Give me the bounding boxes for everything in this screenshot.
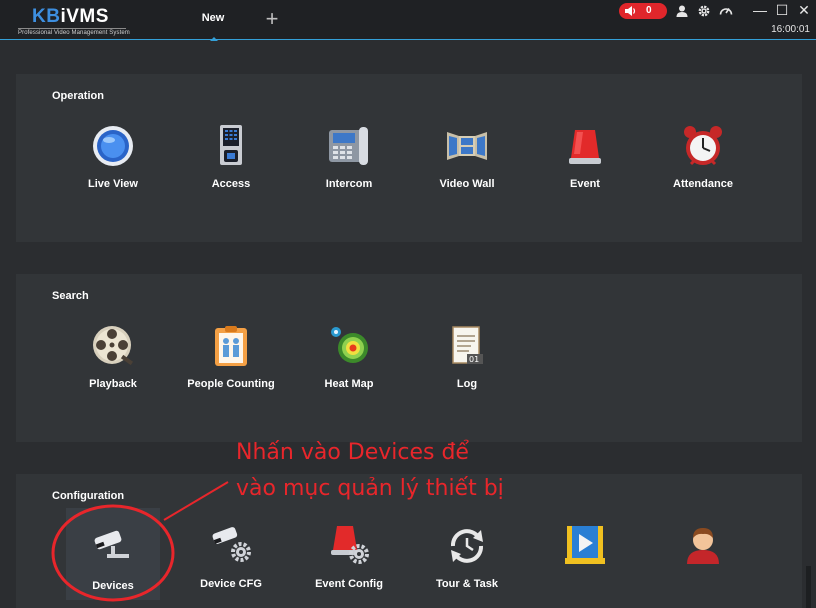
tile-live-view-label: Live View [88,178,138,190]
user-account-icon[interactable] [675,4,689,18]
operation-panel: Operation Live View Access Intercom Vide… [16,74,802,242]
tile-devices[interactable]: Devices [66,508,160,600]
tile-devices-label: Devices [92,580,134,592]
minimize-button[interactable]: — [752,2,768,18]
tile-intercom[interactable]: Intercom [294,124,404,214]
live-view-icon [93,126,133,166]
logo-divider [18,28,126,29]
search-panel: Search Playback People Counting Heat Map… [16,274,802,442]
performance-gauge-icon[interactable] [719,4,733,18]
tile-log[interactable]: 01 Log [412,324,522,414]
tile-people-counting[interactable]: People Counting [176,324,286,414]
intercom-icon [329,127,368,165]
event-gear-icon [331,526,369,564]
tile-tour-task-label: Tour & Task [436,578,498,590]
tile-heat-map[interactable]: Heat Map [294,324,404,414]
tile-live-view[interactable]: Live View [58,124,168,214]
tile-attendance-label: Attendance [673,178,733,190]
tile-people-counting-label: People Counting [187,378,275,390]
tile-intercom-label: Intercom [325,178,373,190]
tile-user[interactable] [648,524,758,608]
tile-event[interactable]: Event [530,124,640,214]
annotation-line-1: Nhấn vào Devices để [236,440,469,465]
log-icon: 01 [452,326,483,364]
add-tab-button[interactable]: + [262,8,282,30]
logo-subtitle: Professional Video Management System [18,30,130,36]
search-section-title: Search [52,290,89,302]
tile-playback[interactable]: Playback [58,324,168,414]
tile-event-label: Event [570,178,600,190]
camera-icon [94,530,129,558]
app-logo: KBiVMS Professional Video Management Sys… [18,4,130,36]
heat-map-icon [331,327,368,363]
app-window: KBiVMS Professional Video Management Sys… [0,0,816,608]
tile-video-clip[interactable] [530,524,640,608]
gear-icon[interactable] [697,4,711,18]
people-counting-icon [215,326,247,366]
close-button[interactable]: ✕ [796,2,812,18]
svg-text:01: 01 [469,355,479,364]
user-icon [687,528,719,564]
tile-access-label: Access [211,178,251,190]
event-icon [569,130,601,164]
tile-event-config-label: Event Config [315,578,383,590]
logo-brand-b: iVMS [60,6,109,27]
logo-brand-a: KB [32,6,61,27]
tile-tour-task[interactable]: Tour & Task [412,524,522,608]
maximize-button[interactable]: ☐ [774,2,790,18]
film-reel-icon [93,326,134,366]
video-wall-icon [447,132,487,160]
access-icon [220,125,242,165]
alarm-indicator[interactable]: 0 [619,3,667,19]
tile-device-cfg-label: Device CFG [200,578,262,590]
tab-new[interactable]: New [190,0,236,41]
alarm-count: 0 [646,5,652,16]
tab-new-label: New [201,12,225,24]
configuration-section-title: Configuration [52,490,125,502]
tile-heat-map-label: Heat Map [324,378,374,390]
tile-playback-label: Playback [89,378,137,390]
tile-log-label: Log [456,378,478,390]
alarm-clock-icon [684,126,722,166]
operation-section-title: Operation [52,90,104,102]
speaker-icon [625,6,636,16]
tour-task-icon [451,529,483,563]
tile-access[interactable]: Access [176,124,286,214]
title-bar: KBiVMS Professional Video Management Sys… [0,0,816,41]
scrollbar[interactable] [806,566,811,608]
camera-gear-icon [212,527,251,562]
tile-device-cfg[interactable]: Device CFG [176,524,286,608]
system-clock: 16:00:01 [771,24,810,35]
annotation-text: Nhấn vào Devices để vào mục quản lý thiế… [236,435,504,507]
annotation-line-2: vào mục quản lý thiết bị [236,476,504,501]
tile-event-config[interactable]: Event Config [294,524,404,608]
video-clip-icon [565,526,605,564]
tile-video-wall[interactable]: Video Wall [412,124,522,214]
tab-active-indicator [210,37,218,41]
tile-video-wall-label: Video Wall [439,178,495,190]
tile-attendance[interactable]: Attendance [648,124,758,214]
